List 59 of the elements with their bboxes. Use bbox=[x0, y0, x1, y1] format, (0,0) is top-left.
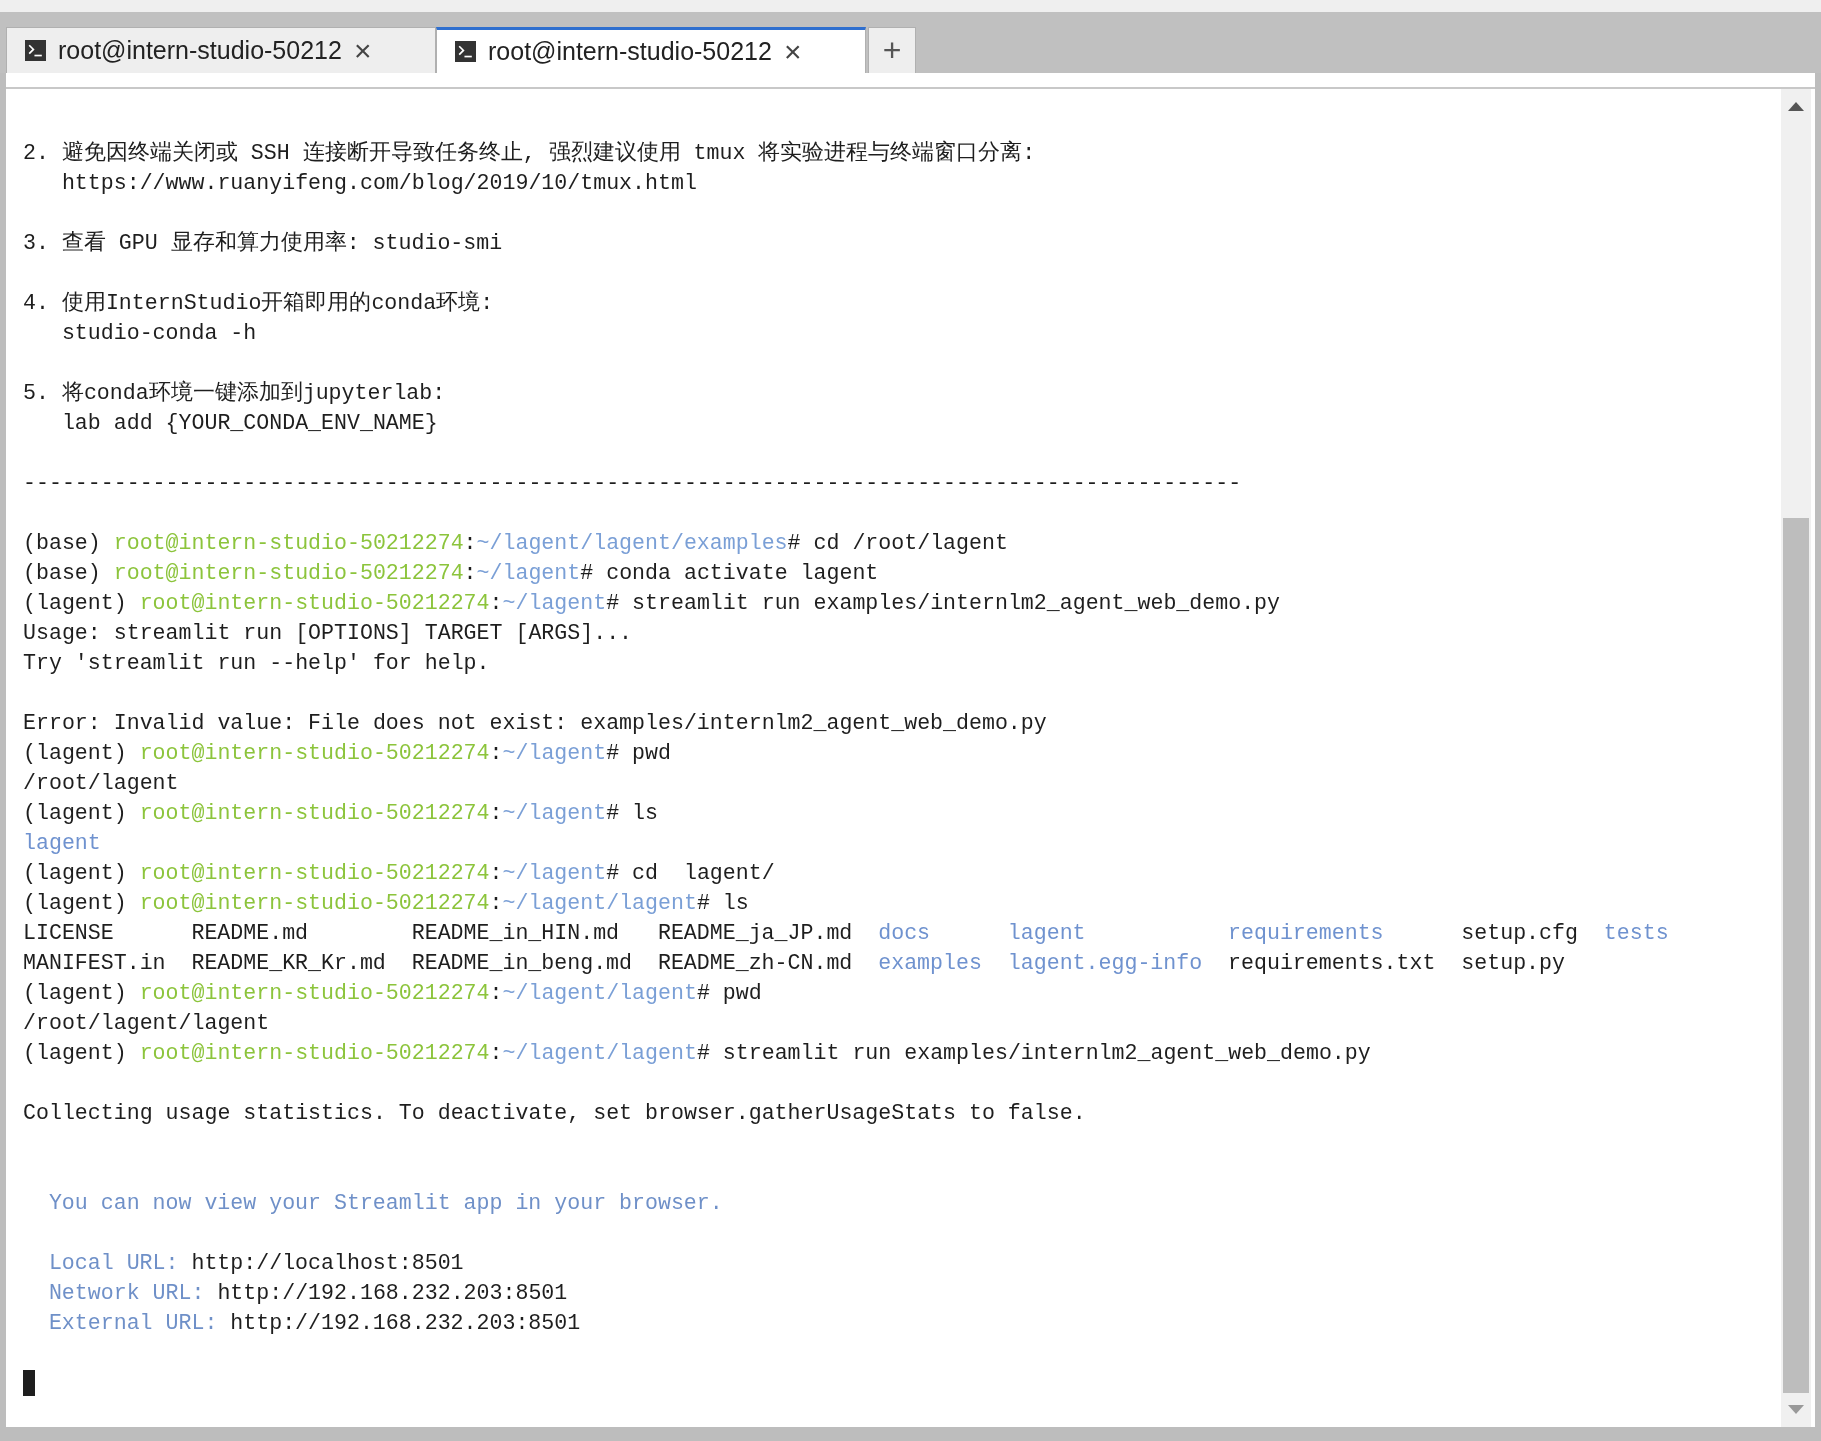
scroll-up-icon[interactable] bbox=[1788, 101, 1804, 111]
terminal-line: /root/lagent/lagent bbox=[23, 1010, 271, 1037]
terminal-line: 2. 避免因终端关闭或 SSH 连接断开导致任务终止, 强烈建议使用 tmux 将实验进程与终端窗口分离: bbox=[23, 139, 1037, 167]
file-name: MANIFEST.in bbox=[23, 950, 167, 977]
directory-name: examples bbox=[878, 950, 983, 977]
terminal-line: (base) root@intern-studio-50212274:~/lagent/lagent/examples# cd /root/lagent bbox=[23, 530, 1009, 557]
terminal-line: (lagent) root@intern-studio-50212274:~/lagent/lagent# pwd bbox=[23, 980, 763, 1007]
terminal-line: Network URL: http://192.168.232.203:8501 bbox=[47, 1280, 569, 1307]
file-name: README_in_beng.md bbox=[411, 950, 634, 977]
terminal-icon bbox=[455, 41, 476, 62]
file-name: README_in_HIN.md bbox=[411, 920, 621, 947]
terminal-line: Try 'streamlit run --help' for help. bbox=[23, 650, 491, 677]
directory-name: requirements bbox=[1228, 920, 1385, 947]
file-name: README_KR_Kr.md bbox=[191, 950, 387, 977]
scrollbar-thumb[interactable] bbox=[1783, 518, 1809, 1393]
terminal-line: (lagent) root@intern-studio-50212274:~/lagent# streamlit run examples/internlm2_agent_web_demo.py bbox=[23, 590, 1281, 617]
terminal-line: https://www.ruanyifeng.com/blog/2019/10/tmux.html bbox=[60, 170, 698, 197]
scroll-down-icon[interactable] bbox=[1788, 1405, 1804, 1415]
terminal-line: (lagent) root@intern-studio-50212274:~/lagent# pwd bbox=[23, 740, 672, 767]
terminal-line: Collecting usage statistics. To deactivate, set browser.gatherUsageStats to false. bbox=[23, 1100, 1087, 1127]
terminal-line: Usage: streamlit run [OPTIONS] TARGET [ARGS]... bbox=[23, 620, 634, 647]
file-name: README.md bbox=[191, 920, 310, 947]
scrollbar[interactable] bbox=[1781, 89, 1811, 1427]
terminal-cursor bbox=[23, 1370, 35, 1397]
terminal-line: /root/lagent bbox=[23, 770, 180, 797]
terminal-line: (lagent) root@intern-studio-50212274:~/lagent# cd lagent/ bbox=[23, 860, 776, 887]
terminal-line: Local URL: http://localhost:8501 bbox=[47, 1250, 465, 1277]
new-tab-button[interactable]: + bbox=[868, 27, 916, 73]
directory-name: lagent bbox=[1007, 920, 1087, 947]
terminal-icon bbox=[25, 40, 46, 61]
directory-name: tests bbox=[1603, 920, 1670, 947]
terminal-line: 5. 将conda环境一键添加到jupyterlab: bbox=[23, 379, 447, 407]
terminal-line: (lagent) root@intern-studio-50212274:~/lagent/lagent# ls bbox=[23, 890, 750, 917]
terminal-line: (lagent) root@intern-studio-50212274:~/lagent/lagent# streamlit run examples/internlm2_agent_web_demo.py bbox=[23, 1040, 1372, 1067]
terminal-tab[interactable]: root@intern-studio-50212 × bbox=[6, 27, 436, 73]
terminal-line: (base) root@intern-studio-50212274:~/lagent# conda activate lagent bbox=[23, 560, 880, 587]
terminal-line: Error: Invalid value: File does not exist: examples/internlm2_agent_web_demo.py bbox=[23, 710, 1048, 737]
terminal-line: 3. 查看 GPU 显存和算力使用率: studio-smi bbox=[23, 229, 504, 257]
file-name: README_zh-CN.md bbox=[657, 950, 854, 977]
tab-title: root@intern-studio-50212 bbox=[58, 36, 342, 65]
close-button[interactable]: × bbox=[353, 35, 372, 66]
tab-title: root@intern-studio-50212 bbox=[488, 37, 772, 66]
file-name: setup.cfg bbox=[1461, 920, 1579, 947]
terminal-line: You can now view your Streamlit app in your browser. bbox=[47, 1190, 724, 1217]
directory-name: lagent.egg-info bbox=[1007, 950, 1204, 977]
terminal-tab[interactable]: root@intern-studio-50212 × bbox=[436, 27, 866, 73]
terminal-line: lab add {YOUR_CONDA_ENV_NAME} bbox=[60, 410, 439, 437]
terminal-line: lagent bbox=[23, 830, 102, 857]
terminal-line: 4. 使用InternStudio开箱即用的conda环境: bbox=[23, 289, 495, 317]
terminal-line: studio-conda -h bbox=[60, 320, 258, 347]
terminal-line: External URL: http://192.168.232.203:8501 bbox=[47, 1310, 582, 1337]
file-name: requirements.txt bbox=[1228, 950, 1437, 977]
close-button[interactable]: × bbox=[783, 36, 802, 67]
directory-name: docs bbox=[878, 920, 932, 947]
file-name: setup.py bbox=[1461, 950, 1566, 977]
file-name: README_ja_JP.md bbox=[657, 920, 854, 947]
file-name: LICENSE bbox=[23, 920, 115, 947]
separator-line: ---------------------------------------------------------------------------------------------- bbox=[23, 470, 1243, 497]
terminal-line: (lagent) root@intern-studio-50212274:~/lagent# ls bbox=[23, 800, 659, 827]
